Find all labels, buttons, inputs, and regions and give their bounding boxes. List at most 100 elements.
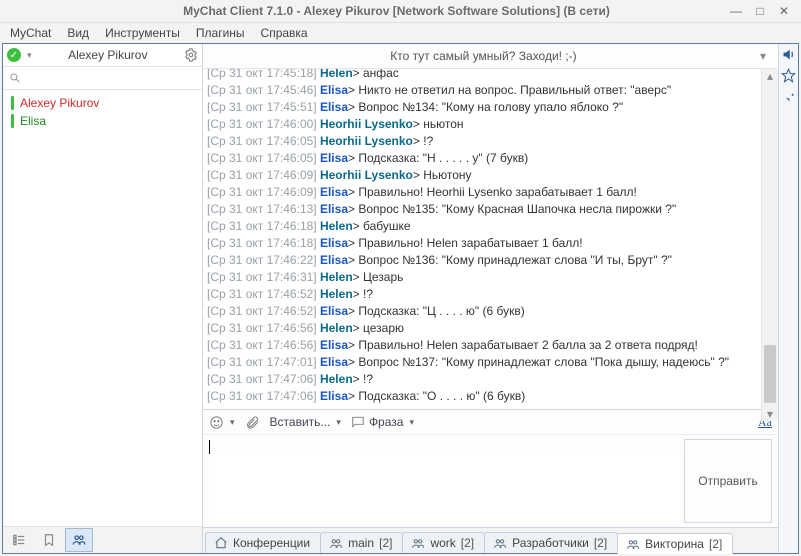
chat-message: [Ср 31 окт 17:45:46] Elisa> Никто не отв… [207, 82, 772, 99]
chat-message: [Ср 31 окт 17:47:06] Helen> !? [207, 371, 772, 388]
message-sep: > [348, 304, 358, 318]
message-timestamp: [Ср 31 окт 17:46:22] [207, 253, 320, 267]
message-sep: > [348, 253, 358, 267]
message-nick: Elisa [320, 83, 348, 97]
presence-bar-icon [11, 96, 14, 110]
star-icon[interactable] [780, 67, 797, 84]
send-button[interactable]: Отправить [684, 439, 772, 523]
view-bookmark-button[interactable] [35, 528, 63, 552]
menu-справка[interactable]: Справка [255, 24, 314, 42]
status-online-icon[interactable]: ✓ [7, 48, 21, 62]
gear-icon[interactable] [184, 48, 198, 62]
tab-label: main [348, 536, 374, 550]
message-text: Правильно! Helen зарабатывает 1 балл! [358, 236, 582, 250]
main-area: Кто тут самый умный? Заходи! ;-) ▾ [Ср 3… [203, 44, 778, 553]
menu-вид[interactable]: Вид [61, 24, 95, 42]
chat-message: [Ср 31 окт 17:45:18] Helen> анфас [207, 69, 772, 82]
chat-message: [Ср 31 окт 17:46:31] Helen> Цезарь [207, 269, 772, 286]
message-timestamp: [Ср 31 окт 17:46:00] [207, 117, 320, 131]
menu-bar: MyChatВидИнструментыПлагиныСправка [0, 23, 801, 43]
minimize-button[interactable]: — [729, 4, 743, 18]
message-timestamp: [Ср 31 окт 17:45:51] [207, 100, 320, 114]
chat-message: [Ср 31 окт 17:46:09] Heorhii Lysenko> Нь… [207, 167, 772, 184]
message-text: Вопрос №135: "Кому Красная Шапочка несла… [358, 202, 676, 216]
menu-плагины[interactable]: Плагины [190, 24, 251, 42]
message-nick: Helen [320, 270, 353, 284]
chat-message: [Ср 31 окт 17:46:18] Elisa> Правильно! H… [207, 235, 772, 252]
message-text: !? [363, 287, 373, 301]
message-nick: Heorhii Lysenko [320, 168, 413, 182]
message-nick: Helen [320, 69, 353, 80]
message-sep: > [353, 270, 363, 284]
message-text: Подсказка: "О . . . . ю" (6 букв) [358, 389, 525, 403]
tab-label: Конференции [233, 536, 310, 550]
message-text: бабушке [363, 219, 411, 233]
message-text: ньютон [423, 117, 463, 131]
view-contacts-button[interactable] [65, 528, 93, 552]
phrase-button[interactable]: Фраза▾ [351, 415, 414, 429]
menu-mychat[interactable]: MyChat [4, 24, 57, 42]
message-timestamp: [Ср 31 окт 17:46:52] [207, 287, 320, 301]
tab-разработчики[interactable]: Разработчики [2] [484, 532, 618, 553]
message-timestamp: [Ср 31 окт 17:46:05] [207, 134, 320, 148]
tab-main[interactable]: main [2] [320, 532, 403, 553]
message-timestamp: [Ср 31 окт 17:46:13] [207, 202, 320, 216]
tab-work[interactable]: work [2] [402, 532, 485, 553]
people-icon [329, 536, 343, 550]
message-nick: Heorhii Lysenko [320, 134, 413, 148]
message-sep: > [348, 151, 358, 165]
menu-инструменты[interactable]: Инструменты [99, 24, 186, 42]
message-nick: Elisa [320, 100, 348, 114]
tab-label: Викторина [645, 537, 704, 551]
message-timestamp: [Ср 31 окт 17:46:18] [207, 219, 320, 233]
chat-log[interactable]: [Ср 31 окт 17:45:15] Elisa> Подсказка: "… [203, 69, 778, 409]
message-nick: Elisa [320, 355, 348, 369]
emoji-button[interactable]: ▾ [209, 415, 235, 430]
topic-text: Кто тут самый умный? Заходи! ;-) [211, 49, 756, 63]
chevron-down-icon[interactable]: ▾ [27, 50, 32, 61]
attach-button[interactable] [245, 415, 260, 430]
insert-button[interactable]: Вставить...▾ [270, 415, 341, 429]
scroll-up-icon[interactable]: ▴ [762, 69, 778, 83]
contact-item[interactable]: Elisa [3, 112, 202, 130]
message-timestamp: [Ср 31 окт 17:47:06] [207, 372, 320, 386]
message-nick: Elisa [320, 253, 348, 267]
chat-message: [Ср 31 окт 17:46:22] Elisa> Вопрос №136:… [207, 252, 772, 269]
pin-icon[interactable] [780, 88, 797, 105]
message-timestamp: [Ср 31 окт 17:46:56] [207, 338, 320, 352]
message-sep: > [413, 117, 423, 131]
current-user-name: Alexey Pikurov [38, 48, 178, 62]
topic-dropdown-icon[interactable]: ▾ [756, 49, 770, 63]
message-text: Цезарь [363, 270, 403, 284]
tab-викторина[interactable]: Викторина [2] [617, 533, 733, 554]
window-title: MyChat Client 7.1.0 - Alexey Pikurov [Ne… [64, 4, 729, 18]
message-text: цезарю [363, 321, 404, 335]
message-nick: Elisa [320, 202, 348, 216]
sound-icon[interactable] [780, 46, 797, 63]
message-timestamp: [Ср 31 окт 17:47:06] [207, 389, 320, 403]
scroll-thumb[interactable] [764, 345, 776, 403]
message-timestamp: [Ср 31 окт 17:46:05] [207, 151, 320, 165]
message-sep: > [353, 372, 363, 386]
tab-конференции[interactable]: Конференции [205, 532, 321, 553]
tab-badge: [2] [594, 536, 607, 550]
message-nick: Elisa [320, 185, 348, 199]
compose-area: ▾ Вставить...▾ Фраза▾ Aa Отправить [203, 409, 778, 527]
message-timestamp: [Ср 31 окт 17:45:46] [207, 83, 320, 97]
search-input[interactable] [27, 70, 196, 86]
message-timestamp: [Ср 31 окт 17:46:56] [207, 321, 320, 335]
message-input[interactable] [209, 454, 682, 520]
message-timestamp: [Ср 31 окт 17:47:01] [207, 355, 320, 369]
contact-item[interactable]: Alexey Pikurov [3, 94, 202, 112]
scroll-down-icon[interactable]: ▾ [762, 407, 778, 421]
tab-badge: [2] [379, 536, 392, 550]
scrollbar[interactable]: ▴ ▾ [761, 69, 778, 421]
view-list-button[interactable] [5, 528, 33, 552]
text-cursor [209, 440, 210, 454]
close-button[interactable]: ✕ [777, 4, 791, 18]
contact-name: Elisa [20, 114, 46, 128]
message-nick: Elisa [320, 304, 348, 318]
maximize-button[interactable]: □ [753, 4, 767, 18]
message-text: Вопрос №136: "Кому принадлежат слова "И … [358, 253, 672, 267]
tab-label: work [430, 536, 455, 550]
